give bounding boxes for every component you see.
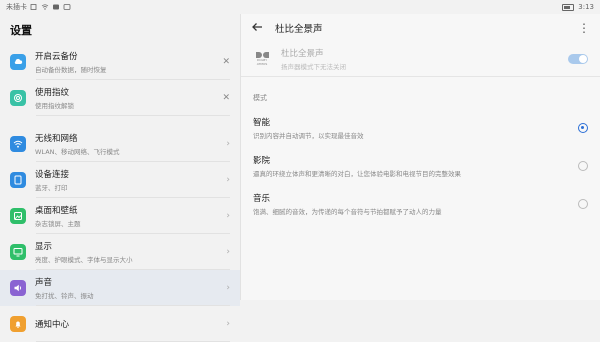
clock-text: 3:13 — [578, 3, 594, 11]
sidebar-item-desktop-wallpaper[interactable]: 桌面和壁纸杂志锁屏、主题 › — [0, 198, 240, 234]
mode-option[interactable]: 影院逼真的环绕立体声和更清晰的对白，让您体验电影和电视节目的完整效果 — [241, 147, 600, 185]
settings-list: 开启云备份自动备份数据，随时恢复 ✕ 使用指纹使用指纹解锁 ✕ 无线和网络 WLAN、移动… — [0, 44, 240, 342]
sidebar-item-notification[interactable]: 通知中心 › — [0, 306, 240, 342]
chevron-right-icon: › — [226, 283, 230, 293]
mode-description: 饱满、细腻的音效，为传递的每个音符与节拍都赋予了动人的力量 — [253, 208, 442, 216]
back-arrow-icon[interactable] — [251, 21, 265, 36]
mode-label: 智能 — [253, 118, 271, 128]
dolby-subtitle: 扬声器模式下无法关闭 — [281, 63, 346, 71]
mode-section-label: 模式 — [253, 94, 267, 102]
mode-description: 逼真的环绕立体声和更清晰的对白，让您体验电影和电视节目的完整效果 — [253, 170, 461, 178]
sidebar-item-sound[interactable]: 声音免打扰、铃声、振动 › — [0, 270, 240, 306]
chevron-right-icon: › — [226, 211, 230, 221]
sidebar-item-cloud-backup[interactable]: 开启云备份自动备份数据，随时恢复 ✕ — [0, 44, 240, 80]
close-icon[interactable]: ✕ — [222, 93, 230, 103]
cloud-icon — [10, 54, 26, 70]
sidebar-item-subtitle: 使用指纹解锁 — [35, 102, 74, 110]
sidebar-item-label: 开启云备份 — [35, 52, 78, 62]
sidebar-item-label: 无线和网络 — [35, 134, 78, 144]
mode-label: 音乐 — [253, 194, 271, 204]
sidebar-item-subtitle: 杂志锁屏、主题 — [35, 220, 81, 228]
status-bar: 未插卡 3:13 — [0, 0, 600, 14]
mode-option[interactable]: 音乐饱满、细腻的音效，为传递的每个音符与节拍都赋予了动人的力量 — [241, 185, 600, 223]
chevron-right-icon: › — [226, 319, 230, 329]
wifi-icon — [10, 136, 26, 152]
settings-title: 设置 — [10, 24, 32, 37]
message-status-icon — [63, 4, 71, 10]
bell-icon — [10, 316, 26, 332]
notification-status-icon — [53, 4, 59, 10]
detail-title: 杜比全景声 — [275, 24, 323, 35]
sidebar-item-subtitle: 自动备份数据，随时恢复 — [35, 66, 107, 74]
mode-label: 影院 — [253, 156, 271, 166]
mode-description: 识别内容并自动调节，以实现最佳音效 — [253, 132, 364, 140]
mode-radio-button[interactable] — [578, 161, 588, 171]
sidebar-item-label: 设备连接 — [35, 170, 70, 180]
detail-header: 杜比全景声 ⋮ — [241, 14, 600, 42]
battery-icon — [562, 3, 575, 11]
sidebar-item-subtitle: 免打扰、铃声、振动 — [35, 292, 94, 300]
carrier-text: 未插卡 — [6, 3, 27, 11]
sidebar-item-subtitle: WLAN、移动网络、飞行模式 — [35, 148, 120, 156]
dolby-atmos-row: DOLBY ATMOS 杜比全景声 扬声器模式下无法关闭 — [241, 42, 600, 77]
close-icon[interactable]: ✕ — [222, 57, 230, 67]
more-options-icon[interactable]: ⋮ — [578, 21, 590, 35]
dolby-logo: DOLBY ATMOS — [253, 50, 271, 68]
fingerprint-icon — [10, 90, 26, 106]
mode-radio-button[interactable] — [578, 199, 588, 209]
mode-list: 智能识别内容并自动调节，以实现最佳音效 影院逼真的环绕立体声和更清晰的对白，让您体… — [241, 109, 600, 223]
sidebar-item-label: 桌面和壁纸 — [35, 206, 78, 216]
sidebar-item-subtitle: 亮度、护眼模式、字体与显示大小 — [35, 256, 133, 264]
sidebar-item-label: 通知中心 — [35, 320, 70, 330]
dolby-detail-pane: 杜比全景声 ⋮ DOLBY ATMOS 杜比全景声 扬声器模式下无法关闭 模式 … — [241, 14, 600, 300]
settings-list-pane: 设置 开启云备份自动备份数据，随时恢复 ✕ 使用指纹使用指纹解锁 ✕ 无线和网络 WLAN… — [0, 14, 241, 342]
sidebar-item-label: 使用指纹 — [35, 88, 70, 98]
mode-option[interactable]: 智能识别内容并自动调节，以实现最佳音效 — [241, 109, 600, 147]
display-icon — [10, 244, 26, 260]
sim-icon — [30, 4, 37, 10]
sidebar-item-display[interactable]: 显示亮度、护眼模式、字体与显示大小 › — [0, 234, 240, 270]
dolby-label: 杜比全景声 — [281, 49, 324, 59]
sidebar-item-fingerprint[interactable]: 使用指纹使用指纹解锁 ✕ — [0, 80, 240, 116]
chevron-right-icon: › — [226, 139, 230, 149]
sidebar-item-subtitle: 蓝牙、打印 — [35, 184, 68, 192]
sidebar-item-label: 声音 — [35, 278, 53, 288]
chevron-right-icon: › — [226, 247, 230, 257]
wallpaper-icon — [10, 208, 26, 224]
sidebar-item-device-connect[interactable]: 设备连接蓝牙、打印 › — [0, 162, 240, 198]
sidebar-item-label: 显示 — [35, 242, 53, 252]
mode-radio-button[interactable] — [578, 123, 588, 133]
chevron-right-icon: › — [226, 175, 230, 185]
dolby-toggle[interactable] — [568, 54, 588, 64]
device-icon — [10, 172, 26, 188]
wifi-status-icon — [41, 4, 49, 10]
sidebar-item-wireless[interactable]: 无线和网络 WLAN、移动网络、飞行模式 › — [0, 126, 240, 162]
speaker-icon — [10, 280, 26, 296]
